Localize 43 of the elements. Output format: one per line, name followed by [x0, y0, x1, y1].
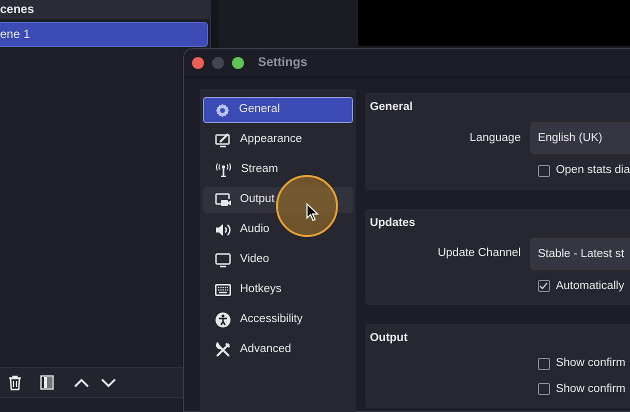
screen-camera-icon	[215, 192, 231, 208]
wrench-screwdriver-icon	[215, 342, 231, 358]
group-title: Updates	[370, 216, 416, 230]
panel-title: cenes	[0, 2, 34, 16]
sidebar-item[interactable]: Stream	[203, 157, 353, 183]
close-button[interactable]	[192, 56, 204, 68]
sidebar-item[interactable]: Accessibility	[203, 307, 353, 333]
checkbox[interactable]	[538, 164, 550, 177]
checkbox-label: Automatically	[556, 278, 624, 294]
chevron-up-icon[interactable]	[74, 378, 89, 388]
window-title: Settings	[258, 54, 308, 72]
sidebar-item[interactable]: Advanced	[203, 337, 353, 363]
sidebar-item[interactable]: Video	[203, 247, 353, 273]
group-title: General	[370, 100, 414, 115]
gear-icon	[215, 102, 230, 118]
keyboard-icon	[215, 284, 231, 296]
speaker-icon	[215, 223, 231, 237]
chevron-down-icon[interactable]	[101, 378, 116, 388]
dropdown-field[interactable]: English (UK)	[530, 122, 630, 154]
sidebar-item[interactable]: Hotkeys	[203, 277, 353, 303]
checkbox-label: Open stats dia	[556, 163, 630, 178]
scene-item[interactable]: ene 1	[0, 22, 208, 47]
checkbox[interactable]	[538, 280, 550, 292]
monitor-icon	[215, 252, 231, 268]
checkbox[interactable]	[538, 358, 550, 370]
sidebar-item[interactable]: Appearance	[203, 127, 353, 153]
accessibility-icon	[215, 312, 231, 328]
antenna-icon	[215, 163, 232, 177]
monitor-brush-icon	[215, 132, 231, 148]
field-label: Language	[468, 130, 522, 146]
checkbox-label: Show confirm	[556, 356, 626, 372]
dropdown-field[interactable]: Stable - Latest st	[530, 238, 630, 270]
checkbox-label: Show confirm	[556, 382, 626, 396]
sidebar-item[interactable]: Audio	[203, 217, 353, 243]
pointer-icon	[306, 203, 319, 222]
checkbox[interactable]	[538, 383, 550, 396]
trash-icon[interactable]	[8, 374, 22, 390]
filter-icon[interactable]	[40, 375, 54, 390]
sidebar-item[interactable]: Output	[203, 187, 353, 213]
group-title: Output	[370, 331, 409, 346]
sidebar-item[interactable]: General	[203, 97, 353, 123]
zoom-button[interactable]	[232, 56, 244, 68]
field-label: Update Channel	[436, 246, 522, 262]
